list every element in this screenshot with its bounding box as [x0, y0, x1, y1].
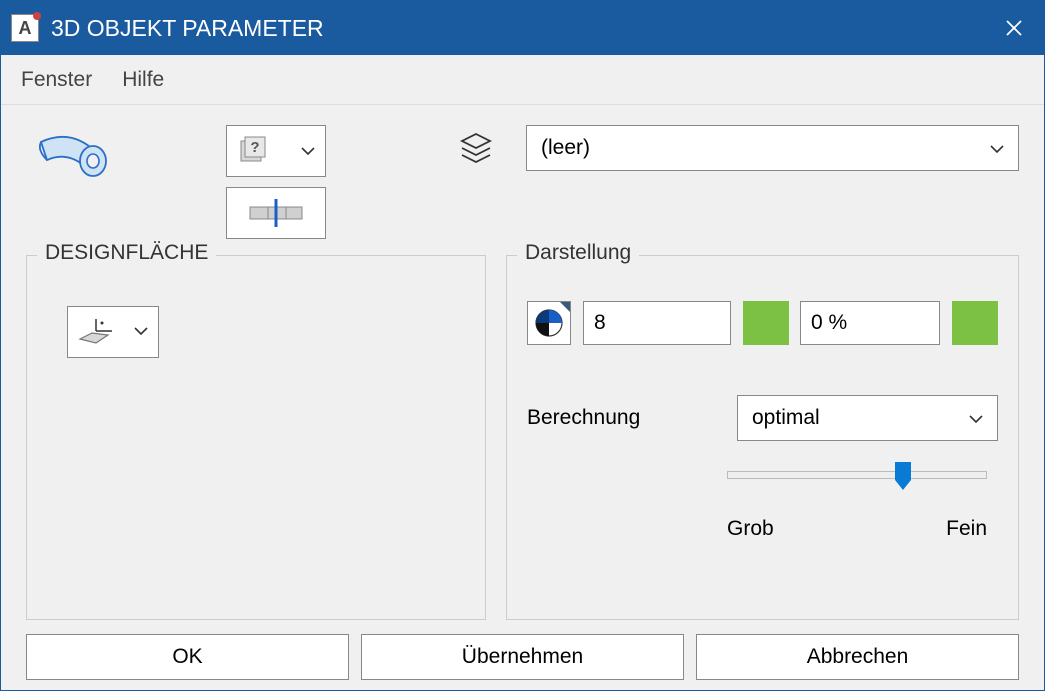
content-area: ? — [1, 105, 1044, 690]
fill-color-swatch[interactable] — [952, 301, 998, 345]
layers-icon — [456, 128, 496, 168]
top-row: ? — [26, 125, 1019, 255]
slider-label-fine: Fein — [946, 517, 987, 541]
app-icon: A — [11, 14, 39, 42]
menu-fenster[interactable]: Fenster — [21, 68, 92, 92]
display-row-1: 8 0 % — [527, 301, 998, 345]
slider-labels: Grob Fein — [727, 517, 987, 541]
panel-design: DESIGNFLÄCHE — [26, 255, 486, 620]
layer-select[interactable]: (leer) — [526, 125, 1019, 171]
apply-button[interactable]: Übernehmen — [361, 634, 684, 680]
type-dropdown[interactable]: ? — [226, 125, 326, 177]
dialog-window: A 3D OBJEKT PARAMETER Fenster Hilfe — [0, 0, 1045, 691]
fill-percent-value: 0 % — [811, 311, 847, 335]
layer-select-value: (leer) — [541, 136, 590, 160]
dialog-buttons: OK Übernehmen Abbrechen — [26, 620, 1019, 680]
chevron-down-icon — [134, 323, 148, 341]
chevron-down-icon — [969, 406, 983, 430]
calc-select[interactable]: optimal — [737, 395, 998, 441]
question-box-icon: ? — [237, 135, 269, 167]
panel-display-title: Darstellung — [517, 241, 639, 265]
chevron-down-icon — [301, 143, 315, 159]
pen-color-swatch[interactable] — [743, 301, 789, 345]
top-row-left: ? — [26, 125, 326, 239]
menu-hilfe[interactable]: Hilfe — [122, 68, 164, 92]
top-row-right: (leer) — [456, 125, 1019, 171]
quality-slider-wrap: Grob Fein — [727, 471, 998, 541]
calc-select-value: optimal — [752, 406, 820, 430]
close-button[interactable] — [994, 8, 1034, 48]
panel-design-title: DESIGNFLÄCHE — [37, 241, 216, 265]
pen-color-button[interactable] — [527, 301, 571, 345]
design-dropdown[interactable] — [67, 306, 159, 358]
panels-row: DESIGNFLÄCHE Darstellung — [26, 255, 1019, 620]
tool-buttons: ? — [226, 125, 326, 239]
slider-thumb-icon[interactable] — [893, 462, 913, 490]
fill-percent-input[interactable]: 0 % — [800, 301, 940, 345]
svg-text:?: ? — [250, 139, 259, 156]
pen-number-input[interactable]: 8 — [583, 301, 731, 345]
panel-display: Darstellung 8 — [506, 255, 1019, 620]
cancel-button[interactable]: Abbrechen — [696, 634, 1019, 680]
quality-slider[interactable] — [727, 471, 987, 479]
surface-origin-icon — [78, 317, 114, 347]
display-row-2: Berechnung optimal — [527, 395, 998, 441]
pen-number-value: 8 — [594, 311, 606, 335]
align-button[interactable] — [226, 187, 326, 239]
menubar: Fenster Hilfe — [1, 55, 1044, 105]
window-title: 3D OBJEKT PARAMETER — [51, 15, 994, 42]
bent-tube-icon — [26, 125, 126, 195]
calc-label: Berechnung — [527, 406, 707, 430]
pen-wheel-icon — [533, 307, 565, 339]
titlebar: A 3D OBJEKT PARAMETER — [1, 1, 1044, 55]
slider-label-coarse: Grob — [727, 517, 774, 541]
ok-button[interactable]: OK — [26, 634, 349, 680]
alignment-icon — [248, 198, 304, 228]
close-icon — [1006, 20, 1022, 36]
chevron-down-icon — [990, 136, 1004, 160]
